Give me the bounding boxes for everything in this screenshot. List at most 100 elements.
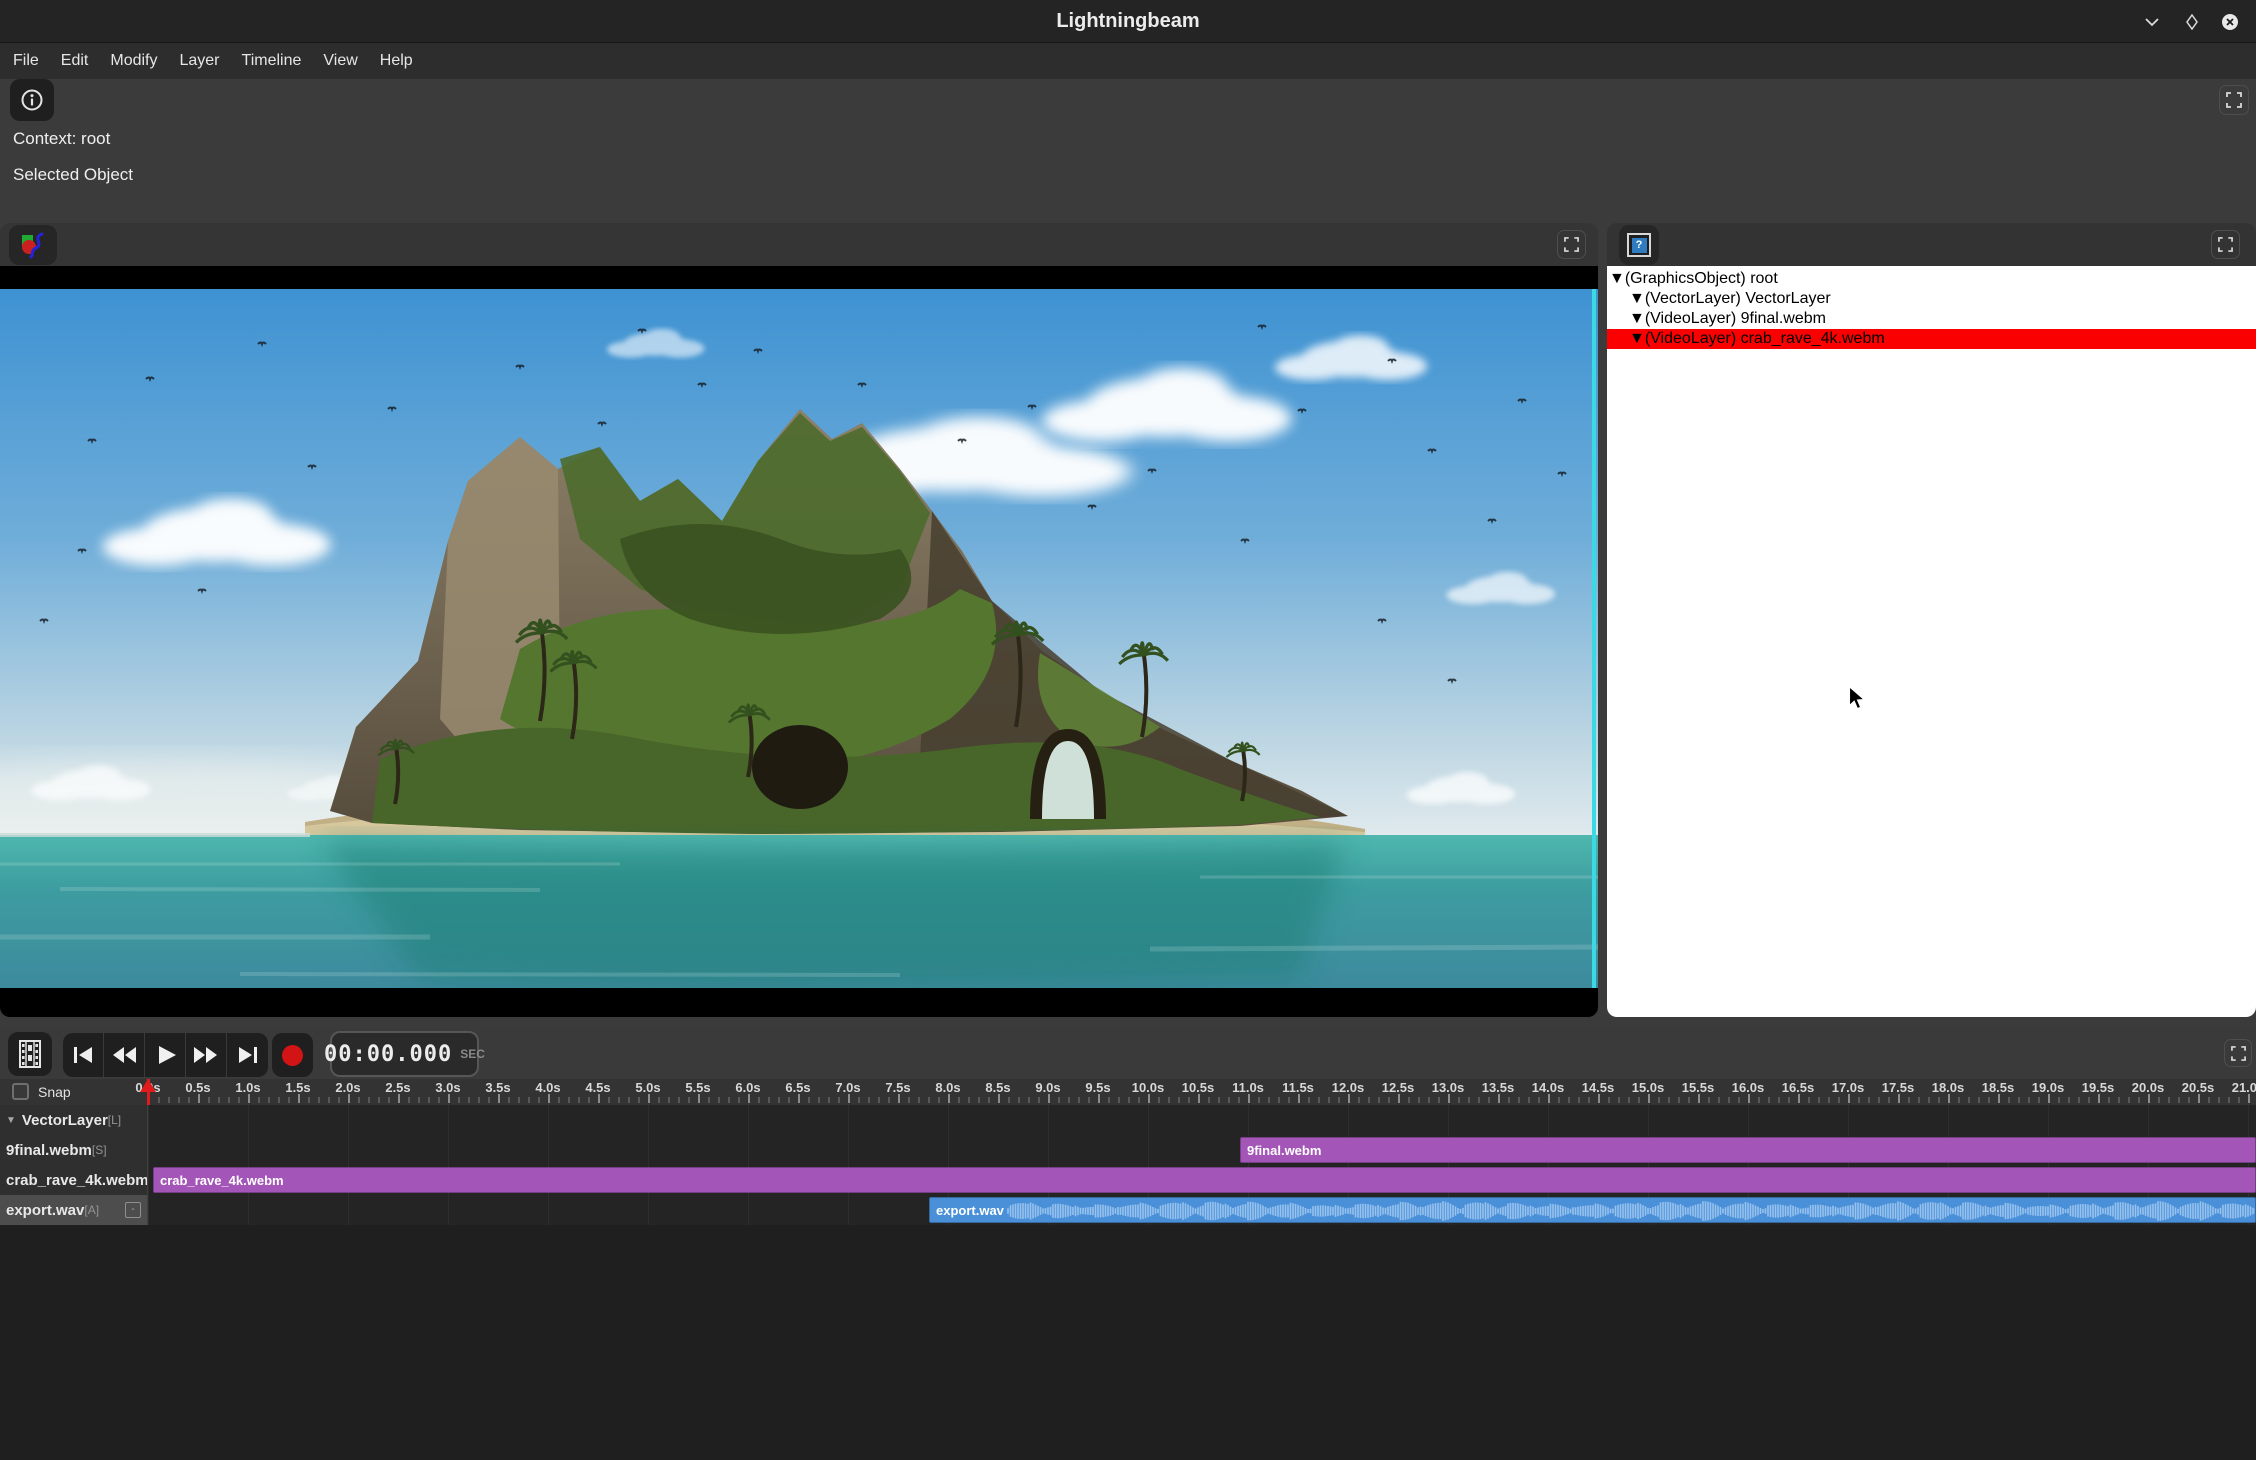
tree-row[interactable]: ▼(GraphicsObject) root xyxy=(1607,269,2256,289)
ruler-tick xyxy=(578,1097,580,1103)
info-button[interactable] xyxy=(10,79,54,121)
gridline xyxy=(2048,1105,2049,1135)
ruler-tick xyxy=(2188,1097,2190,1103)
ruler-tick xyxy=(1528,1097,1530,1103)
ruler-tick xyxy=(1158,1097,1160,1103)
ruler-tick xyxy=(2008,1097,2010,1103)
rewind-button[interactable] xyxy=(104,1033,145,1077)
fullscreen-icon xyxy=(2226,92,2242,108)
clip-9final.webm[interactable]: 9final.webm xyxy=(1240,1137,2256,1163)
snap-checkbox[interactable] xyxy=(12,1083,29,1100)
gridline xyxy=(148,1165,149,1195)
menu-item-modify[interactable]: Modify xyxy=(99,43,168,79)
ruler-tick-label: 14.0s xyxy=(1532,1080,1565,1095)
gridline xyxy=(148,1195,149,1225)
ruler-tick xyxy=(808,1097,810,1103)
track-lane[interactable] xyxy=(148,1105,2256,1135)
scene-tree-expand-button[interactable] xyxy=(2211,230,2240,259)
track-label[interactable]: export.wav[A]- xyxy=(0,1195,148,1225)
track-label[interactable]: crab_rave_4k.webm[S] xyxy=(0,1165,148,1195)
clip-export.wav[interactable]: export.wav xyxy=(929,1197,2256,1223)
collapse-arrow-icon[interactable]: ▼ xyxy=(6,1115,16,1126)
timeline-expand-button[interactable] xyxy=(2224,1039,2252,1067)
menu-item-view[interactable]: View xyxy=(312,43,368,79)
ruler-tick xyxy=(1598,1094,1600,1103)
gridline xyxy=(548,1195,549,1225)
tree-row[interactable]: ▼(VideoLayer) crab_rave_4k.webm xyxy=(1607,329,2256,349)
stage-tools-button[interactable] xyxy=(9,225,57,265)
track-label[interactable]: ▼VectorLayer[L] xyxy=(0,1105,148,1135)
record-button[interactable] xyxy=(272,1033,313,1077)
track-lane[interactable]: crab_rave_4k.webm xyxy=(148,1165,2256,1195)
ruler-tick xyxy=(2168,1097,2170,1103)
menu-item-help[interactable]: Help xyxy=(369,43,424,79)
fullscreen-icon xyxy=(2218,237,2233,252)
ruler-tick-label: 12.0s xyxy=(1332,1080,1365,1095)
ruler-tick-label: 19.0s xyxy=(2032,1080,2065,1095)
ruler-tick-label: 6.0s xyxy=(735,1080,760,1095)
ruler-tick xyxy=(1868,1097,1870,1103)
ruler-tick xyxy=(428,1097,430,1103)
maximize-button[interactable] xyxy=(2178,8,2206,36)
ruler-tick xyxy=(1338,1097,1340,1103)
ruler-tick xyxy=(1688,1097,1690,1103)
ruler-tick xyxy=(1418,1097,1420,1103)
ruler-tick xyxy=(1988,1097,1990,1103)
film-button[interactable] xyxy=(8,1032,52,1076)
inspector-expand-button[interactable] xyxy=(2219,85,2249,115)
gridline xyxy=(548,1105,549,1135)
ruler-tick xyxy=(1188,1097,1190,1103)
close-button[interactable] xyxy=(2216,8,2244,36)
scene-tree-mode-button[interactable]: ? xyxy=(1619,225,1659,265)
tree-row[interactable]: ▼(VideoLayer) 9final.webm xyxy=(1607,309,2256,329)
ruler-tick xyxy=(2028,1097,2030,1103)
menu-item-file[interactable]: File xyxy=(2,43,50,79)
fast-forward-button[interactable] xyxy=(186,1033,227,1077)
track-lane[interactable]: 9final.webm xyxy=(148,1135,2256,1165)
ruler-tick xyxy=(1768,1097,1770,1103)
skip-start-button[interactable] xyxy=(63,1033,104,1077)
clip-crab_rave_4k.webm[interactable]: crab_rave_4k.webm xyxy=(153,1167,2256,1193)
ruler-tick-label: 21.0s xyxy=(2232,1080,2256,1095)
ruler-tick xyxy=(1828,1097,1830,1103)
menu-item-edit[interactable]: Edit xyxy=(50,43,100,79)
ruler-tick xyxy=(1708,1097,1710,1103)
ruler-tick xyxy=(1778,1097,1780,1103)
track-toggle-box[interactable]: - xyxy=(125,1202,141,1218)
ruler-tick xyxy=(338,1097,340,1103)
track-label[interactable]: 9final.webm[S] xyxy=(0,1135,148,1165)
skip-end-button[interactable] xyxy=(227,1033,268,1077)
play-button[interactable] xyxy=(145,1033,186,1077)
stage-canvas[interactable] xyxy=(0,266,1598,1017)
ruler-tick xyxy=(1968,1097,1970,1103)
video-selection-edge xyxy=(1592,289,1596,988)
gridline xyxy=(748,1195,749,1225)
window-titlebar[interactable]: Lightningbeam xyxy=(0,0,2256,43)
ruler-tick xyxy=(918,1097,920,1103)
ruler-tick xyxy=(1748,1094,1750,1103)
video-frame-island xyxy=(0,289,1598,988)
ruler-tick-label: 3.0s xyxy=(435,1080,460,1095)
timeline-ruler[interactable]: Snap 0.0s0.5s1.0s1.5s2.0s2.5s3.0s3.5s4.0… xyxy=(0,1079,2256,1105)
ruler-tick-label: 5.5s xyxy=(685,1080,710,1095)
stage-expand-button[interactable] xyxy=(1557,230,1586,259)
ruler-tick xyxy=(1618,1097,1620,1103)
ruler-tick xyxy=(1878,1097,1880,1103)
ruler-tick xyxy=(1898,1094,1900,1103)
ruler-tick xyxy=(2198,1094,2200,1103)
ruler-tick xyxy=(648,1094,650,1103)
ruler-tick xyxy=(1278,1097,1280,1103)
ruler-tick xyxy=(708,1097,710,1103)
menu-item-layer[interactable]: Layer xyxy=(168,43,230,79)
track-lane[interactable]: export.wav xyxy=(148,1195,2256,1225)
playhead-line[interactable] xyxy=(147,1079,150,1105)
menu-item-timeline[interactable]: Timeline xyxy=(231,43,313,79)
play-icon xyxy=(151,1041,179,1069)
ruler-tick xyxy=(758,1097,760,1103)
ruler-tick xyxy=(458,1097,460,1103)
gridline xyxy=(748,1105,749,1135)
tree-row[interactable]: ▼(VectorLayer) VectorLayer xyxy=(1607,289,2256,309)
gridline xyxy=(248,1135,249,1165)
minimize-button[interactable] xyxy=(2138,8,2166,36)
fast-forward-icon xyxy=(192,1041,220,1069)
